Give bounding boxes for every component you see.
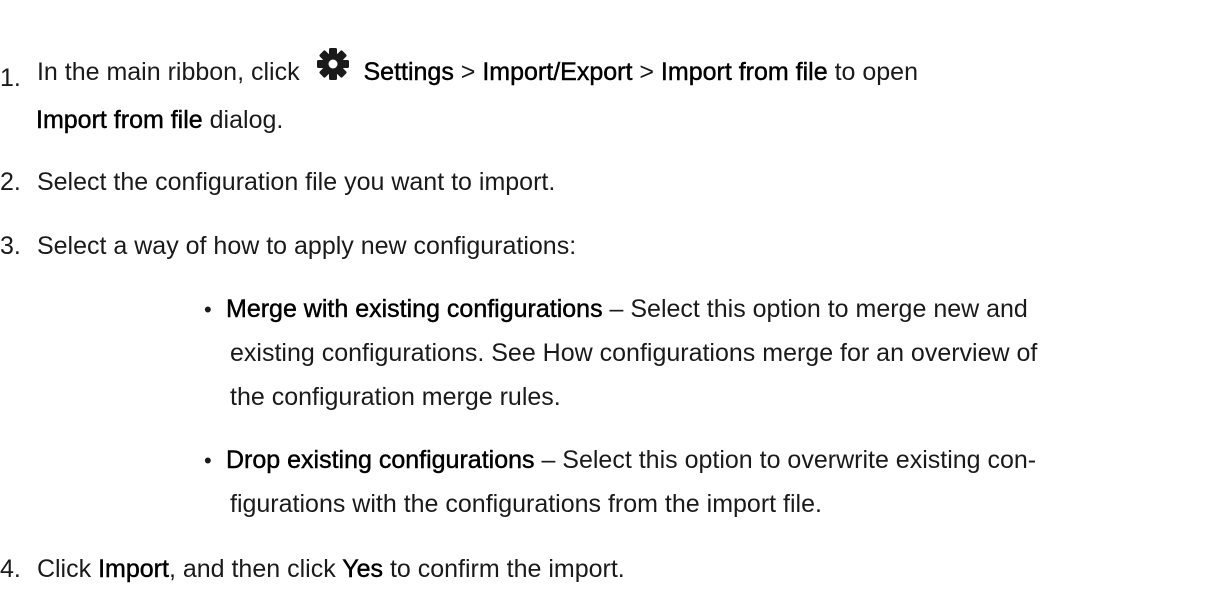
step-1-text-end: to open	[834, 58, 918, 86]
step-1: 1. In the main ribbon, click Settings > …	[0, 44, 918, 92]
option-drop-title: Drop existing configurations	[226, 446, 535, 474]
step-4: 4. Click Import, and then click Yes to c…	[0, 549, 625, 589]
option-drop: • Drop existing configurations – Select t…	[204, 440, 1036, 481]
bullet: •	[204, 448, 212, 473]
step-3: 3. Select a way of how to apply new conf…	[0, 226, 576, 266]
bullet: •	[204, 297, 212, 322]
step-2: 2. Select the configuration file you wan…	[0, 162, 555, 202]
import-button-label: Import	[98, 555, 169, 583]
option-merge-desc: – Select this option to merge new and	[602, 295, 1028, 323]
option-drop-desc: – Select this option to overwrite existi…	[534, 446, 1037, 474]
step-2-text: Select the configuration file you want t…	[36, 168, 556, 196]
option-merge-desc-2: existing configurations. See How configu…	[230, 339, 1038, 367]
separator: >	[460, 58, 476, 86]
step-4-text: Click	[36, 555, 92, 583]
step-1-continued: Import from file dialog.	[36, 100, 284, 140]
option-merge-title: Merge with existing configurations	[226, 295, 603, 323]
import-export-link: Import/Export	[482, 58, 633, 86]
dialog-name: Import from file	[36, 106, 203, 134]
step-4-text-end: to confirm the import.	[389, 555, 625, 583]
step-4-number: 4.	[0, 555, 21, 583]
step-1-number: 1.	[0, 64, 21, 92]
option-merge: • Merge with existing configurations – Se…	[204, 289, 1028, 330]
option-merge-desc-3: the configuration merge rules.	[230, 383, 561, 411]
dialog-label: dialog.	[209, 106, 284, 134]
step-3-text: Select a way of how to apply new configu…	[36, 232, 577, 260]
option-drop-desc-2: figurations with the configurations from…	[230, 490, 822, 518]
step-2-number: 2.	[0, 168, 21, 196]
import-from-file-link: Import from file	[660, 58, 828, 86]
step-1-text: In the main ribbon, click	[36, 58, 300, 86]
separator: >	[639, 58, 654, 86]
yes-button-label: Yes	[342, 555, 383, 583]
settings-link: Settings	[363, 58, 454, 86]
gear-icon	[313, 44, 353, 84]
step-4-text-mid: , and then click	[168, 555, 336, 583]
step-3-number: 3.	[0, 232, 21, 260]
